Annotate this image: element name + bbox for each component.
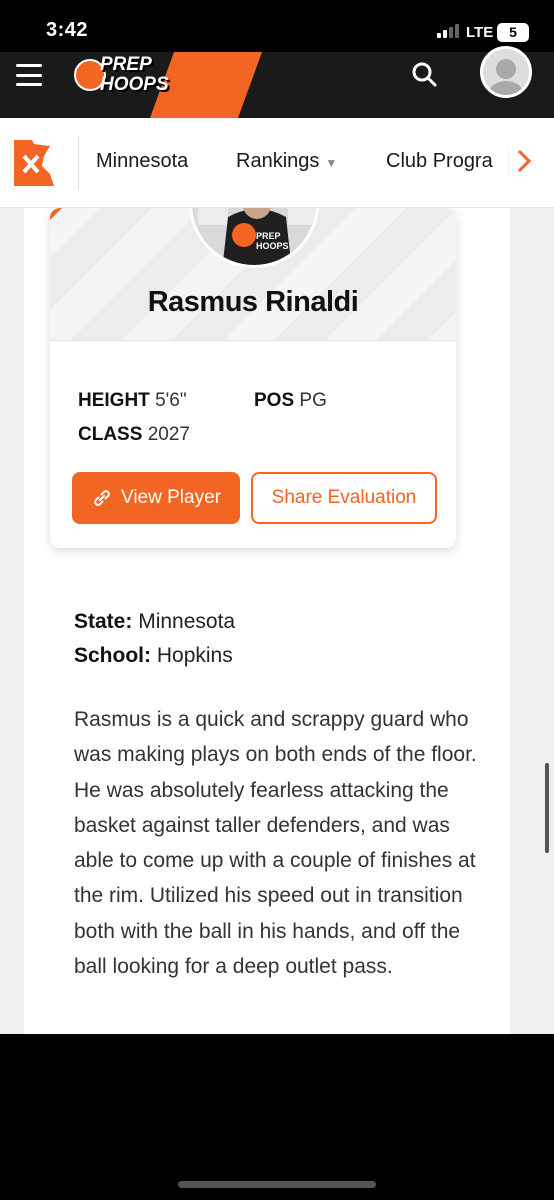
nav-item-minnesota[interactable]: Minnesota xyxy=(96,150,188,173)
network-label: LTE xyxy=(466,24,494,41)
status-bar: 3:42 LTE 5 xyxy=(0,0,554,52)
stat-class: CLASS 2027 xyxy=(78,424,190,446)
search-icon[interactable] xyxy=(410,60,440,90)
status-time: 3:42 xyxy=(46,19,89,41)
player-card: PREP HOOPS Rasmus Rinaldi HEIGHT 5'6" PO… xyxy=(50,208,456,548)
chevron-right-icon[interactable] xyxy=(508,146,538,176)
logo-line-2: HOOPS xyxy=(100,74,169,95)
state-field: State: Minnesota xyxy=(74,610,235,634)
avatar[interactable] xyxy=(480,46,532,98)
nav-item-rankings[interactable]: Rankings ▼ xyxy=(236,150,337,173)
button-label: Share Evaluation xyxy=(271,487,417,508)
home-indicator[interactable] xyxy=(178,1181,376,1188)
battery-icon: 5 xyxy=(497,23,529,42)
stat-value: PG xyxy=(299,390,327,411)
logo-line-1: PREP xyxy=(100,54,152,75)
share-evaluation-button[interactable]: Share Evaluation xyxy=(251,472,437,524)
field-value: Hopkins xyxy=(156,644,233,667)
stat-value: 5'6" xyxy=(155,390,187,411)
stat-label: CLASS xyxy=(78,424,143,445)
link-icon xyxy=(94,490,110,506)
player-name: Rasmus Rinaldi xyxy=(147,286,359,318)
prep-hoops-logo[interactable]: PREP HOOPS xyxy=(74,54,186,102)
stat-height: HEIGHT 5'6" xyxy=(78,390,187,412)
photo-logo-text: PREP xyxy=(256,231,281,241)
chevron-down-icon: ▼ xyxy=(325,156,338,170)
field-label: School: xyxy=(74,644,151,667)
nav-divider xyxy=(78,136,79,190)
button-label: View Player xyxy=(121,487,221,508)
field-label: State: xyxy=(74,610,133,633)
nav-item-club-programs[interactable]: Club Progra xyxy=(386,150,506,173)
evaluation-text: Rasmus is a quick and scrappy guard who … xyxy=(74,708,477,979)
stat-value: 2027 xyxy=(147,424,190,445)
stat-label: POS xyxy=(254,390,295,411)
app-header: PREP HOOPS xyxy=(0,46,554,118)
nav-item-label: Minnesota xyxy=(96,150,189,172)
view-player-button[interactable]: View Player xyxy=(72,472,240,524)
field-value: Minnesota xyxy=(138,610,236,633)
photo-logo-text: HOOPS xyxy=(256,241,289,251)
school-field: School: Hopkins xyxy=(74,644,233,668)
page-content: PREP HOOPS Rasmus Rinaldi HEIGHT 5'6" PO… xyxy=(0,208,554,1034)
minnesota-state-icon[interactable] xyxy=(10,138,58,190)
hamburger-icon[interactable] xyxy=(16,64,42,86)
card-accent xyxy=(50,208,62,220)
signal-icon xyxy=(437,24,459,38)
nav-bar: Minnesota Rankings ▼ Club Progra xyxy=(0,118,554,208)
nav-item-label: Rankings xyxy=(236,150,320,172)
nav-item-label: Club Progra xyxy=(386,150,493,172)
stat-position: POS PG xyxy=(254,390,327,412)
scrollbar[interactable] xyxy=(545,763,549,853)
logo-text: PREP HOOPS xyxy=(100,55,169,95)
user-avatar-icon xyxy=(488,59,524,95)
stat-label: HEIGHT xyxy=(78,390,150,411)
